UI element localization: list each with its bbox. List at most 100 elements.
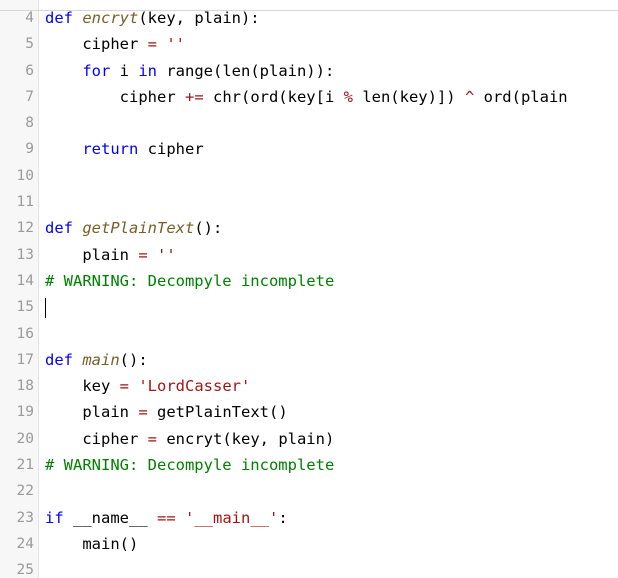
code-text-token: i [110,61,139,80]
code-content: # WARNING: Decompyle incomplete [45,268,334,294]
operator-token: % [343,87,353,106]
code-text-token: getPlainText() [147,403,288,422]
function-name-token: encryt [82,9,139,27]
code-line[interactable]: 18 key = 'LordCasser' [0,373,618,399]
line-number: 17 [16,351,34,368]
code-content: for i in range(len(plain)): [45,58,334,84]
line-number: 5 [25,36,34,53]
code-content: main() [45,531,138,557]
line-number: 11 [16,194,34,211]
code-text-token: len(key)]) [352,87,465,106]
code-line[interactable]: 15 [0,294,618,320]
code-line[interactable]: 6 for i in range(len(plain)): [0,58,618,84]
code-content: if __name__ == '__main__': [45,505,288,531]
code-content: cipher = '' [45,31,185,57]
line-number: 7 [25,88,34,105]
code-line[interactable]: 11 [0,189,618,215]
code-text-token: (key, plain): [138,9,260,27]
code-content: cipher += chr(ord(key[i % len(key)]) ^ o… [45,84,568,110]
code-text-token: encryt(key, plain) [157,429,335,448]
line-number: 6 [25,62,34,79]
code-line[interactable]: 24 main() [0,531,618,557]
code-line[interactable]: 10 [0,163,618,189]
code-line[interactable]: 22 [0,478,618,504]
code-content: plain = getPlainText() [45,399,288,425]
code-content: key = 'LordCasser' [45,373,250,399]
line-number: 23 [16,509,34,526]
code-text-token: (): [194,219,223,238]
operator-token: == [157,508,176,527]
code-line[interactable]: 20 cipher = encryt(key, plain) [0,426,618,452]
code-text-token: : [278,508,288,527]
code-text-token: __name__ [63,508,157,527]
code-text-token: chr(ord(key[i [203,87,344,106]
code-text-token: key [45,377,120,396]
line-number: 8 [25,115,34,132]
line-number: 16 [16,325,34,342]
operator-token: ^ [464,87,475,106]
keyword-token: def [45,350,83,369]
code-line[interactable]: 19 plain = getPlainText() [0,399,618,425]
code-content: def encryt(key, plain): [45,5,260,31]
line-number: 15 [16,299,34,316]
line-number: 18 [16,378,34,395]
code-text-token: range(len(plain)): [157,61,335,80]
string-token: '' [157,245,176,264]
code-line[interactable]: 7 cipher += chr(ord(key[i % len(key)]) ^… [0,84,618,110]
code-line[interactable]: 12 def getPlainText(): [0,215,618,241]
keyword-token: for [82,61,111,80]
code-content: return cipher [45,136,204,162]
code-line[interactable]: 9 return cipher [0,136,618,162]
code-line[interactable]: 16 [0,321,618,347]
keyword-token: return [82,140,139,159]
line-number: 20 [16,430,34,447]
code-text-token: ord(plain [474,87,568,106]
line-number: 25 [16,562,34,578]
code-line[interactable]: 14 # WARNING: Decompyle incomplete [0,268,618,294]
line-number: 12 [16,220,34,237]
code-text-token: (): [119,350,148,369]
comment-token: # WARNING: Decompyle incomplete [45,271,335,290]
line-number: 13 [16,246,34,263]
code-text-token: cipher [138,140,204,159]
line-number: 21 [16,457,34,474]
operator-token: = [119,377,129,396]
line-number: 9 [25,141,34,158]
keyword-token: if [45,508,64,527]
line-number: 24 [16,535,34,552]
string-token: '__main__' [185,508,279,527]
string-token: 'LordCasser' [138,377,251,396]
code-content: plain = '' [45,242,176,268]
code-lines: 4 def encryt(key, plain): 5 cipher = '' 6 f… [0,5,618,578]
comment-token: # WARNING: Decompyle incomplete [45,456,335,475]
code-content: cipher = encryt(key, plain) [45,426,334,452]
line-number: 4 [25,10,34,26]
code-line[interactable]: 8 [0,110,618,136]
text-cursor [45,297,46,318]
code-line[interactable]: 21 # WARNING: Decompyle incomplete [0,452,618,478]
code-content: def getPlainText(): [45,215,222,241]
code-text-token: cipher [45,87,185,106]
function-name-token: main [82,350,120,369]
code-content [45,294,46,320]
line-number: 10 [16,167,34,184]
operator-token: = [138,403,148,422]
code-text-token: plain [45,245,139,264]
code-text-token: cipher [45,429,148,448]
code-line[interactable]: 25 [0,557,618,578]
code-line[interactable]: 13 plain = '' [0,242,618,268]
code-line[interactable]: 17 def main(): [0,347,618,373]
operator-token: = [147,429,157,448]
code-line[interactable]: 5 cipher = '' [0,31,618,57]
code-line[interactable]: 23 if __name__ == '__main__': [0,505,618,531]
code-line[interactable]: 4 def encryt(key, plain): [0,5,618,31]
keyword-token: def [45,9,83,27]
line-number: 19 [16,404,34,421]
code-editor[interactable]: 4 def encryt(key, plain): 5 cipher = '' 6 f… [0,0,618,578]
keyword-token: def [45,219,83,238]
line-number: 22 [16,483,34,500]
